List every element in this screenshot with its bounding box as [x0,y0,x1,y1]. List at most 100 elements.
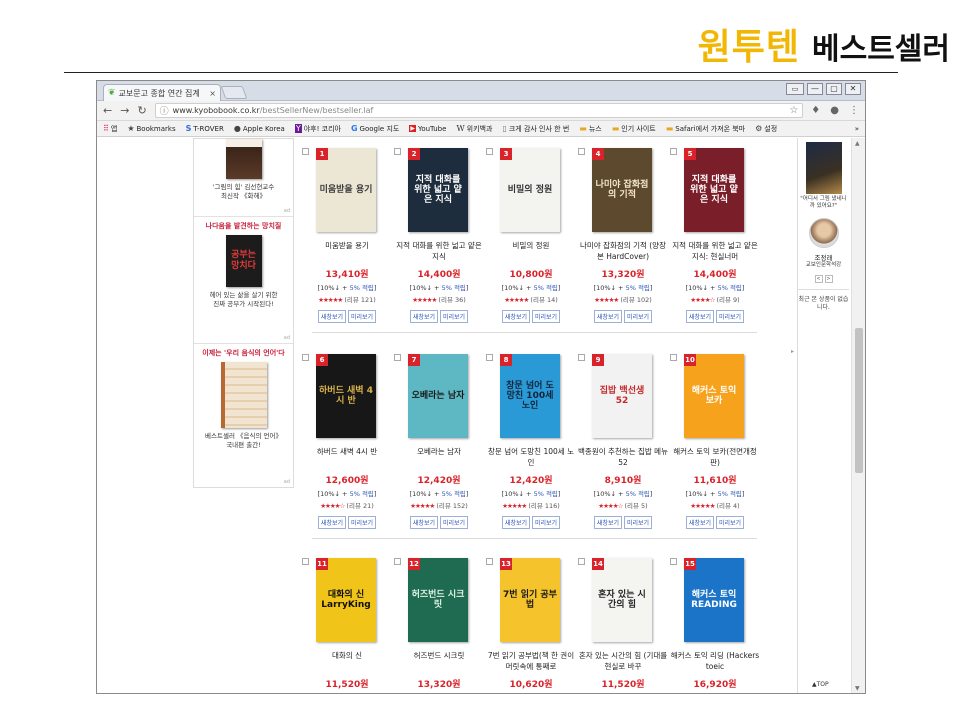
select-checkbox[interactable] [486,148,493,155]
book-cover[interactable]: 13 7번 읽기 공부법 [500,558,560,642]
book-title[interactable]: 지적 대화를 위한 넓고 얕은 지식: 현실너머 [670,240,760,262]
book-title[interactable]: 미움받을 용기 [302,240,392,262]
pager-prev-button[interactable]: < [814,275,823,283]
select-checkbox[interactable] [486,354,493,361]
book-cover[interactable]: 3 비밀의 정원 [500,148,560,232]
book-item[interactable]: 3 비밀의 정원 비밀의 정원 10,800원 [10%↓ + 5% 적립] ★★★★★ … [486,144,576,323]
minimize-button[interactable]: — [807,83,823,95]
select-checkbox[interactable] [670,354,677,361]
new-window-button[interactable]: 새창보기 [685,516,714,529]
maximize-button[interactable]: ▢ [826,83,842,95]
bookmark-item[interactable]: ▯ 크게 감사 인사 한 번 [502,124,569,134]
ad-banner[interactable]: 이제는 '우리 음식의 언어'다 베스트셀러 《음식의 언어》 국내편 출간! a… [194,344,293,487]
bookmark-item[interactable]: G Google 지도 [351,124,399,134]
bookmark-star-icon[interactable]: ☆ [789,105,798,116]
review-count[interactable]: (리뷰 36) [438,296,465,304]
book-title[interactable]: 해커스 토익 보카(전면개정판) [670,446,760,468]
new-tab-button[interactable] [220,86,248,99]
book-cover[interactable]: 5 지적 대화를 위한 넓고 얕은 지식 [684,148,744,232]
preview-button[interactable]: 미리보기 [624,310,653,323]
book-item[interactable]: 10 해커스 토익 보카 해커스 토익 보카(전면개정판) 11,610원 [10%↓ … [670,350,760,529]
book-item[interactable]: 7 오베라는 남자 오베라는 남자 12,420원 [10%↓ + 5% 적립] ★★★★… [394,350,484,529]
select-checkbox[interactable] [302,558,309,565]
review-count[interactable]: (리뷰 21) [346,502,373,510]
book-item[interactable]: 4 나미야 잡화점의 기적 나미야 잡화점의 기적 (양장본 HardCover) 1… [578,144,668,323]
vertical-scrollbar[interactable]: ▲ ▼ [851,138,865,693]
review-count[interactable]: (리뷰 9) [716,296,739,304]
review-count[interactable]: (리뷰 14) [530,296,557,304]
ad-banner[interactable]: 나다움을 발견하는 망치질 공부는 망치다 헤어 있는 삶을 살기 위한 진짜 공… [194,217,293,344]
book-cover[interactable]: 9 집밥 백선생 52 [592,354,652,438]
url-field[interactable]: ⓘ www.kyobobook.co.kr/bestSellerNew/best… [154,103,804,118]
new-window-button[interactable]: 새창보기 [685,310,714,323]
bookmark-item[interactable]: ● Apple Korea [234,124,285,133]
back-icon[interactable]: ← [103,104,112,117]
select-checkbox[interactable] [394,558,401,565]
new-window-button[interactable]: 새창보기 [317,310,346,323]
book-item[interactable]: 12허즈번드 시크릿허즈번드 시크릿13,320원[10%↓ + 5% 적립] [394,554,484,693]
review-count[interactable]: (리뷰 5) [624,502,647,510]
select-checkbox[interactable] [394,354,401,361]
review-count[interactable]: (리뷰 4) [716,502,739,510]
bookmark-item[interactable]: ▬ 인기 사이트 [612,124,656,134]
preview-button[interactable]: 미리보기 [440,310,469,323]
book-title[interactable]: 하버드 새벽 4시 반 [302,446,392,468]
bookmark-item[interactable]: S T-ROVER [186,124,224,133]
select-checkbox[interactable] [394,148,401,155]
review-count[interactable]: (리뷰 102) [620,296,652,304]
new-window-button[interactable]: 새창보기 [501,516,530,529]
book-cover[interactable]: 15 해커스 토익 READING [684,558,744,642]
top-button[interactable]: ▲TOP [812,681,829,688]
book-cover[interactable]: 11 대화의 신 LarryKing [316,558,376,642]
review-count[interactable]: (리뷰 121) [344,296,376,304]
new-window-button[interactable]: 새창보기 [409,516,438,529]
book-item[interactable]: 1 미움받을 용기 미움받을 용기 13,410원 [10%↓ + 5% 적립] ★★★★… [302,144,392,323]
select-checkbox[interactable] [670,558,677,565]
info-icon[interactable]: ⓘ [160,104,169,117]
bookmark-item[interactable]: ⠿ 앱 [103,124,117,134]
book-title[interactable]: 비밀의 정원 [486,240,576,262]
bookmark-item[interactable]: W 위키백과 [456,124,492,134]
pager-next-button[interactable]: > [824,275,833,283]
book-item[interactable]: 14 혼자 있는 시간의 힘 혼자 있는 시간의 힘 (기대를 현실로 바꾸 11,5… [578,554,668,693]
book-cover[interactable]: 4 나미야 잡화점의 기적 [592,148,652,232]
bookmark-item[interactable]: ▬ Safari에서 가져온 북마 [666,124,745,134]
forward-icon[interactable]: → [120,104,129,117]
book-item[interactable]: 5 지적 대화를 위한 넓고 얕은 지식지적 대화를 위한 넓고 얕은 지식: 현… [670,144,760,323]
select-checkbox[interactable] [302,148,309,155]
browser-tab[interactable]: ❦ 교보문고 종합 연간 집계 × [103,84,221,101]
preview-button[interactable]: 미리보기 [532,310,561,323]
new-window-button[interactable]: 새창보기 [409,310,438,323]
extension-icon[interactable]: ♦ [811,105,820,116]
book-cover[interactable]: 7 오베라는 남자 [408,354,468,438]
book-cover[interactable]: 8 창문 넘어 도망친 100세 노인 [500,354,560,438]
book-title[interactable]: 혼자 있는 시간의 힘 (기대를 현실로 바꾸 [578,650,668,672]
select-checkbox[interactable] [670,148,677,155]
book-item[interactable]: 9 집밥 백선생 52 백종원이 추천하는 집밥 메뉴 52 8,910원 [10%↓ … [578,350,668,529]
book-cover[interactable]: 10 해커스 토익 보카 [684,354,744,438]
book-item[interactable]: 15 해커스 토익 READING 해커스 토익 리딩 (Hackers toeic… [670,554,760,693]
author-avatar[interactable] [808,218,839,248]
book-title[interactable]: 해커스 토익 리딩 (Hackers toeic [670,650,760,672]
new-window-button[interactable]: 새창보기 [501,310,530,323]
new-window-button[interactable]: 새창보기 [593,310,622,323]
bookmarks-overflow-icon[interactable]: » [855,125,859,133]
book-title[interactable]: 대화의 신 [302,650,392,672]
book-title[interactable]: 창문 넘어 도망친 100세 노인 [486,446,576,468]
preview-button[interactable]: 미리보기 [440,516,469,529]
preview-button[interactable]: 미리보기 [716,516,745,529]
review-count[interactable]: (리뷰 116) [528,502,560,510]
preview-button[interactable]: 미리보기 [624,516,653,529]
collapse-toggle-icon[interactable]: ▸ [791,348,794,355]
menu-kebab-icon[interactable]: ⋮ [849,105,859,116]
close-window-button[interactable]: ✕ [845,83,861,95]
book-item[interactable]: 8 창문 넘어 도망친 100세 노인 창문 넘어 도망친 100세 노인 12,42… [486,350,576,529]
select-checkbox[interactable] [578,354,585,361]
new-window-button[interactable]: 새창보기 [317,516,346,529]
scroll-down-icon[interactable]: ▼ [855,685,860,692]
bookmark-item[interactable]: ▶ YouTube [409,125,446,133]
book-title[interactable]: 오베라는 남자 [394,446,484,468]
book-cover[interactable]: 2 지적 대화를 위한 넓고 얕은 지식 [408,148,468,232]
book-title[interactable]: 7번 읽기 공부법(책 한 권이 머릿속에 통째로 [486,650,576,672]
reload-icon[interactable]: ↻ [137,104,146,117]
